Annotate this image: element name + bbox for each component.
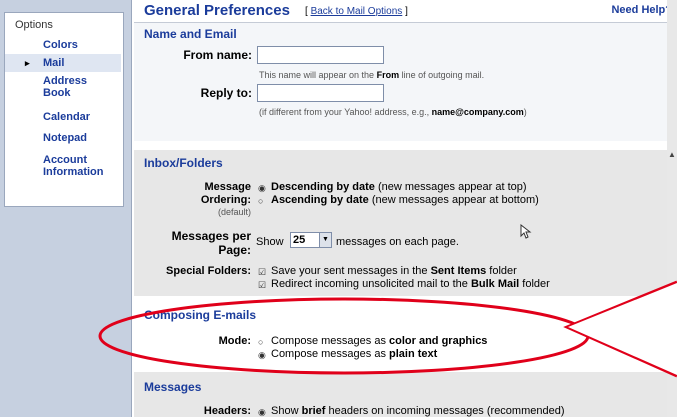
highlight-ellipse <box>98 297 590 375</box>
callout-fill <box>568 283 677 375</box>
mouse-cursor-icon <box>520 224 532 239</box>
annotation-overlay <box>98 280 677 378</box>
